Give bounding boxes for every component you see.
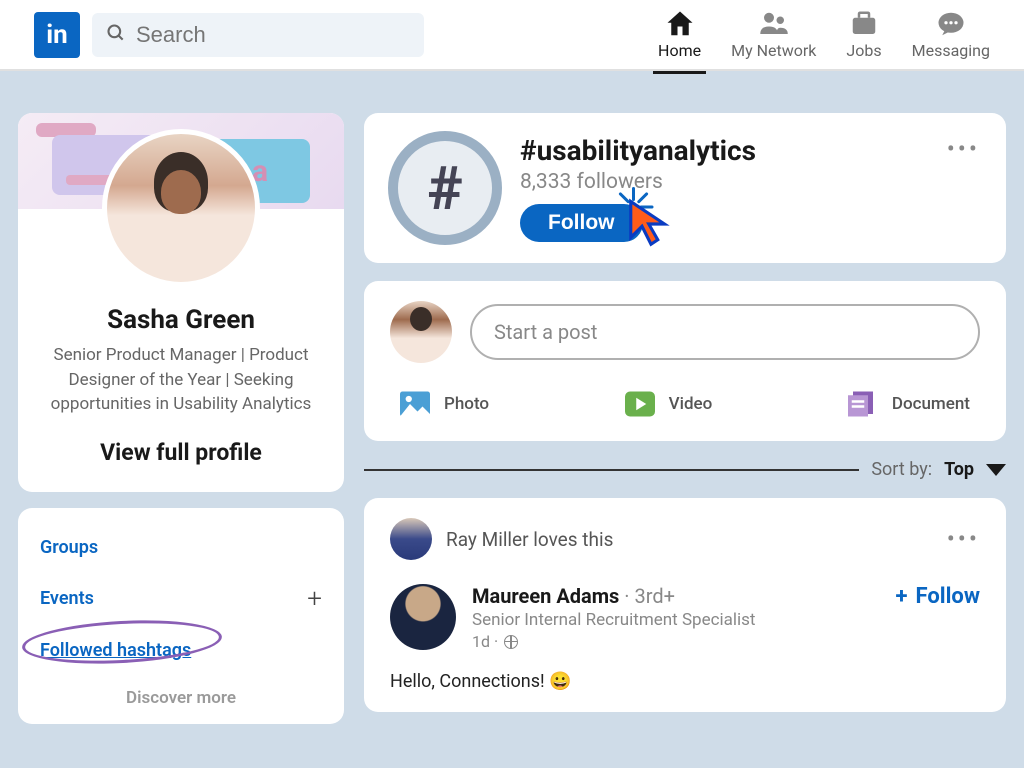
nav-home-label: Home [658, 41, 701, 60]
hashtag-menu[interactable]: ••• [947, 135, 980, 163]
nav-messaging-label: Messaging [912, 41, 990, 60]
links-card: Groups Events+ Followed hashtags Discove… [18, 508, 344, 724]
post-menu[interactable]: ••• [947, 525, 980, 553]
messaging-icon [936, 9, 966, 39]
follow-hashtag-button[interactable]: Follow [520, 204, 643, 242]
profile-card: Aa Sasha Green Senior Product Manager | … [18, 113, 344, 492]
composer-photo[interactable]: Photo [400, 391, 489, 417]
sidebar-groups[interactable]: Groups [40, 524, 322, 571]
nav-jobs-label: Jobs [846, 41, 881, 60]
search-box[interactable] [92, 13, 424, 57]
author-name-row[interactable]: Maureen Adams · 3rd+ [472, 584, 880, 608]
document-icon [848, 391, 878, 417]
profile-name: Sasha Green [36, 305, 326, 335]
sort-row[interactable]: Sort by: Top [364, 459, 1006, 480]
search-icon [106, 23, 126, 47]
composer-video[interactable]: Video [625, 391, 713, 417]
sidebar-events[interactable]: Events+ [40, 571, 322, 627]
author-role: Senior Internal Recruitment Specialist [472, 610, 880, 630]
post-composer: Start a post Photo Video Document [364, 281, 1006, 441]
view-full-profile[interactable]: View full profile [36, 439, 326, 466]
chevron-down-icon[interactable] [986, 464, 1006, 476]
hashtag-followers: 8,333 followers [520, 170, 982, 194]
nav-network-label: My Network [731, 41, 816, 60]
search-input[interactable] [136, 22, 410, 48]
composer-avatar[interactable] [390, 301, 452, 363]
globe-icon [504, 635, 518, 649]
hashtag-icon: # [388, 131, 502, 245]
nav-jobs[interactable]: Jobs [846, 9, 881, 60]
start-post-input[interactable]: Start a post [470, 304, 980, 360]
author-avatar[interactable] [390, 584, 456, 650]
top-nav: in Home My Network Jobs Messaging [0, 0, 1024, 71]
reactor-avatar[interactable] [390, 518, 432, 560]
linkedin-logo[interactable]: in [34, 12, 80, 58]
profile-avatar[interactable] [102, 129, 260, 287]
home-icon [665, 9, 695, 39]
nav-home[interactable]: Home [658, 9, 701, 60]
reaction-text: Ray Miller loves this [446, 528, 613, 551]
sort-label: Sort by: [871, 459, 932, 480]
photo-icon [400, 391, 430, 417]
sort-value[interactable]: Top [944, 459, 974, 480]
post-body: Hello, Connections! 😀 [390, 671, 980, 692]
nav-messaging[interactable]: Messaging [912, 9, 990, 60]
add-event-icon[interactable]: + [307, 584, 322, 614]
feed-post: Ray Miller loves this ••• Maureen Adams … [364, 498, 1006, 712]
hashtag-header: # #usabilityanalytics 8,333 followers Fo… [364, 113, 1006, 263]
network-icon [759, 9, 789, 39]
profile-headline: Senior Product Manager | Product Designe… [36, 343, 326, 417]
composer-document[interactable]: Document [848, 391, 970, 417]
divider [364, 469, 859, 471]
video-icon [625, 391, 655, 417]
nav-network[interactable]: My Network [731, 9, 816, 60]
hashtag-title: #usabilityanalytics [520, 134, 982, 167]
follow-author-button[interactable]: +Follow [896, 584, 981, 609]
post-meta: 1d · [472, 632, 880, 651]
discover-more[interactable]: Discover more [40, 674, 322, 714]
sidebar-followed-hashtags[interactable]: Followed hashtags [40, 627, 322, 674]
jobs-icon [849, 9, 879, 39]
